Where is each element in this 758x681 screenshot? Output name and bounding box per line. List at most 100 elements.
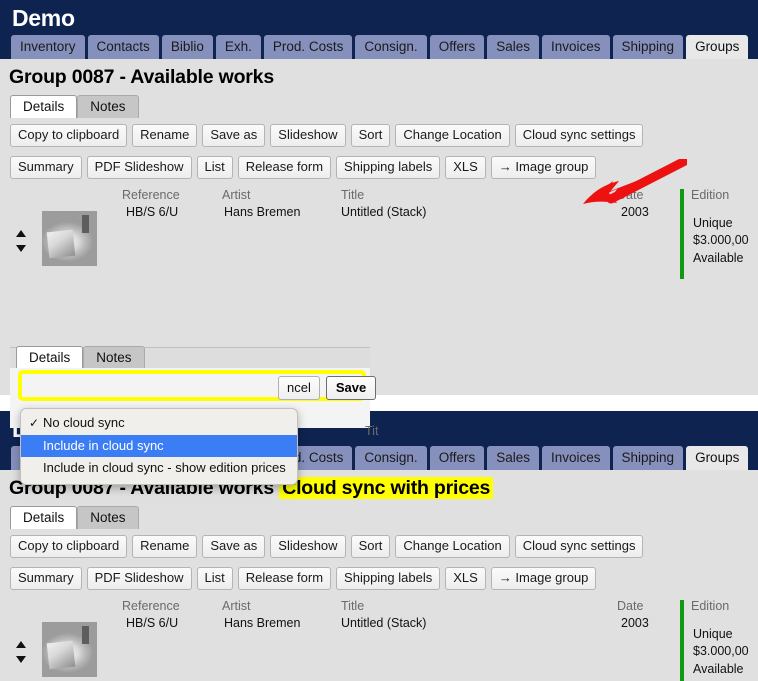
triangle-down-icon <box>16 245 26 253</box>
row-thumbnail-cell-bottom[interactable] <box>42 616 104 681</box>
sheet-subtab-notes[interactable]: Notes <box>83 345 145 369</box>
cancel-button[interactable]: ncel <box>278 376 320 401</box>
tab-shipping-bottom[interactable]: Shipping <box>612 445 684 471</box>
status-green-bar-bottom <box>680 600 684 681</box>
tab-invoices[interactable]: Invoices <box>541 34 610 60</box>
change-location-button[interactable]: Change Location <box>395 123 510 147</box>
header-thumb-spacer-bottom <box>42 599 104 613</box>
header-thumb-spacer <box>42 188 104 202</box>
subtabs-bottom[interactable]: Details Notes <box>0 506 758 529</box>
pdf-slideshow-button-bottom[interactable]: PDF Slideshow <box>86 566 192 591</box>
toolbar-row1-top: Copy to clipboard Rename Save as Slidesh… <box>0 118 758 147</box>
summary-button[interactable]: Summary <box>10 155 82 180</box>
rename-button-bottom[interactable]: Rename <box>132 534 198 558</box>
row-thumbnail-cell[interactable] <box>42 205 104 277</box>
tab-sales-bottom[interactable]: Sales <box>487 445 539 471</box>
sheet-title-column-peek: Tit <box>365 424 379 439</box>
tab-inventory[interactable]: Inventory <box>11 34 85 60</box>
cell-artist-bottom: Hans Bremen <box>214 616 329 681</box>
cloud-sync-settings-sheet: Details Notes ncel Save ✓ No cloud sync <box>10 345 378 485</box>
cloud-sync-settings-button[interactable]: Cloud sync settings <box>514 123 644 147</box>
sort-button[interactable]: Sort <box>350 123 391 147</box>
main-tabstrip-top[interactable]: Inventory Contacts Biblio Exh. Prod. Cos… <box>0 34 758 60</box>
shipping-labels-button[interactable]: Shipping labels <box>336 155 441 180</box>
xls-button[interactable]: XLS <box>445 155 486 180</box>
sheet-subtab-details[interactable]: Details <box>16 345 84 369</box>
save-button[interactable]: Save <box>325 376 377 401</box>
list-button[interactable]: List <box>196 155 233 180</box>
artwork-thumbnail-image[interactable] <box>42 211 97 267</box>
header-handle-spacer-bottom <box>0 599 42 613</box>
screenshot-root: Demo Inventory Contacts Biblio Exh. Prod… <box>0 0 758 681</box>
works-table-bottom: Reference Artist Title Date Edition HB/S… <box>0 590 758 681</box>
rename-button[interactable]: Rename <box>132 123 198 147</box>
triangle-up-icon-bottom <box>16 641 26 649</box>
edition-status-bottom: Available <box>693 662 744 677</box>
copy-to-clipboard-button[interactable]: Copy to clipboard <box>10 123 128 147</box>
list-button-bottom[interactable]: List <box>196 566 233 591</box>
tab-groups-bottom[interactable]: Groups <box>686 445 749 471</box>
cell-date: 2003 <box>599 205 677 277</box>
tab-shipping[interactable]: Shipping <box>612 34 684 60</box>
subtabs-top[interactable]: Details Notes <box>0 95 758 118</box>
tab-invoices-bottom[interactable]: Invoices <box>541 445 610 471</box>
save-as-button[interactable]: Save as <box>202 123 266 147</box>
subtab-details-bottom[interactable]: Details <box>10 506 78 529</box>
artwork-thumbnail-image-bottom[interactable] <box>42 622 97 678</box>
save-as-button-bottom[interactable]: Save as <box>202 534 266 558</box>
menu-item-include-in-cloud-sync[interactable]: Include in cloud sync <box>21 434 297 458</box>
tab-consign[interactable]: Consign. <box>355 34 427 60</box>
tab-prod-costs[interactable]: Prod. Costs <box>263 34 353 60</box>
app-window-top: Demo Inventory Contacts Biblio Exh. Prod… <box>0 0 758 485</box>
slideshow-button[interactable]: Slideshow <box>270 123 346 147</box>
table-row[interactable]: HB/S 6/U Hans Bremen Untitled (Stack) 20… <box>0 189 758 280</box>
sort-button-bottom[interactable]: Sort <box>350 534 391 558</box>
subtab-notes-top[interactable]: Notes <box>77 95 139 118</box>
menu-item-include-in-cloud-sync-show-edition-prices[interactable]: Include in cloud sync - show edition pri… <box>21 457 297 480</box>
row-drag-handle[interactable] <box>0 205 42 277</box>
edition-lines-bottom: Unique $3.000,00 Available <box>693 626 749 679</box>
image-group-button-bottom[interactable]: → Image group <box>490 566 597 591</box>
pdf-slideshow-button[interactable]: PDF Slideshow <box>86 155 192 180</box>
header-artist: Artist <box>222 188 251 203</box>
tab-offers-bottom[interactable]: Offers <box>429 445 485 471</box>
subtab-notes-bottom[interactable]: Notes <box>77 506 139 529</box>
cell-reference-bottom: HB/S 6/U <box>104 616 214 681</box>
sheet-subtabs[interactable]: Details Notes <box>10 345 370 369</box>
cell-date-bottom: 2003 <box>599 616 677 681</box>
menu-item-no-cloud-sync[interactable]: ✓ No cloud sync <box>21 412 297 435</box>
checkmark-icon: ✓ <box>29 415 40 430</box>
cloud-sync-dropdown-menu[interactable]: ✓ No cloud sync Include in cloud sync In… <box>20 408 298 485</box>
release-form-button[interactable]: Release form <box>237 155 332 180</box>
cloud-sync-status-badge: Cloud sync with prices <box>279 477 494 500</box>
tab-groups[interactable]: Groups <box>686 34 749 60</box>
page-title-top: Group 0087 - Available works <box>9 66 274 89</box>
sort-arrows-icon[interactable] <box>16 230 27 253</box>
tab-exh[interactable]: Exh. <box>215 34 261 60</box>
row-drag-handle-bottom[interactable] <box>0 616 42 681</box>
copy-to-clipboard-button-bottom[interactable]: Copy to clipboard <box>10 534 128 558</box>
cell-date-text-bottom: 2003 <box>621 616 649 631</box>
slideshow-button-bottom[interactable]: Slideshow <box>270 534 346 558</box>
subtab-details-top[interactable]: Details <box>10 95 78 118</box>
summary-button-bottom[interactable]: Summary <box>10 566 82 591</box>
edition-type: Unique <box>693 215 733 230</box>
tab-sales[interactable]: Sales <box>487 34 539 60</box>
shipping-labels-button-bottom[interactable]: Shipping labels <box>336 566 441 591</box>
tab-biblio[interactable]: Biblio <box>161 34 213 60</box>
change-location-button-bottom[interactable]: Change Location <box>395 534 510 558</box>
sheet-action-buttons: ncel Save <box>278 376 377 401</box>
tab-contacts[interactable]: Contacts <box>87 34 159 60</box>
table-row-bottom[interactable]: HB/S 6/U Hans Bremen Untitled (Stack) 20… <box>0 600 758 681</box>
xls-button-bottom[interactable]: XLS <box>445 566 486 591</box>
release-form-button-bottom[interactable]: Release form <box>237 566 332 591</box>
sort-arrows-icon-bottom[interactable] <box>16 641 27 664</box>
triangle-down-icon-bottom <box>16 656 26 664</box>
cell-edition: Unique $3.000,00 Available <box>677 189 758 280</box>
content-bottom: Group 0087 - Available works Cloud sync … <box>0 470 758 681</box>
tab-consign-bottom[interactable]: Consign. <box>355 445 427 471</box>
tab-offers[interactable]: Offers <box>429 34 485 60</box>
cloud-sync-settings-button-bottom[interactable]: Cloud sync settings <box>514 534 644 558</box>
cell-title-bottom: Untitled (Stack) <box>329 616 599 681</box>
table-header-row-bottom: Reference Artist Title Date Edition <box>0 599 758 616</box>
